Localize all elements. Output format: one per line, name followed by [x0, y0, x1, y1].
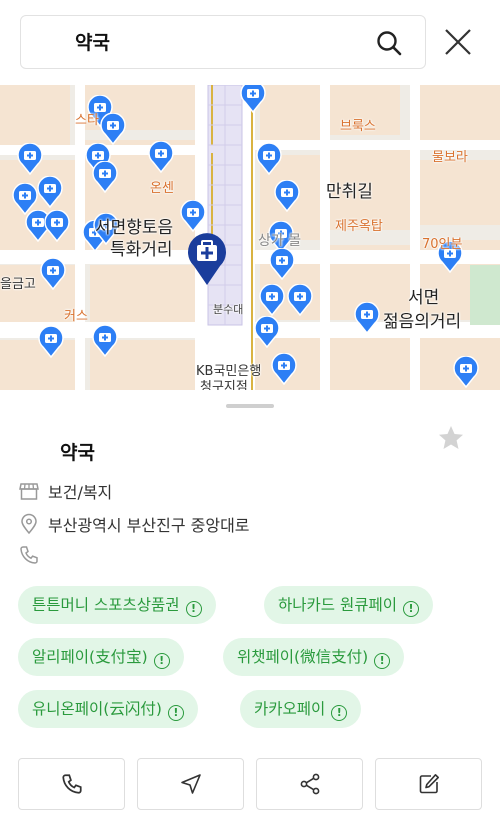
pharmacy-pin-icon[interactable]: [17, 143, 43, 175]
location-pin-icon: [21, 513, 37, 535]
action-bar: [18, 758, 482, 810]
info-alert-icon: !: [331, 705, 348, 721]
pharmacy-pin-icon[interactable]: [40, 258, 66, 290]
pharmacy-pin-icon[interactable]: [271, 353, 297, 385]
place-name: 약국: [60, 442, 95, 464]
edit-icon: [419, 774, 439, 794]
payment-chip[interactable]: 하나카드 원큐페이!: [264, 586, 434, 624]
category-row: 보건/복지: [18, 479, 112, 503]
map-label-cuz: 커스: [64, 309, 88, 324]
info-alert-icon: !: [403, 601, 420, 617]
pharmacy-pin-icon[interactable]: [38, 326, 64, 358]
place-category: 보건/복지: [48, 483, 113, 502]
map-label-jeju: 제주옥탑: [335, 219, 383, 234]
pharmacy-pin-icon[interactable]: [37, 176, 63, 208]
search-input[interactable]: 약국: [20, 15, 426, 69]
pharmacy-pin-icon[interactable]: [287, 284, 313, 316]
pharmacy-pin-icon[interactable]: [274, 180, 300, 212]
pharmacy-pin-icon[interactable]: [148, 141, 174, 173]
payment-chip[interactable]: 유니온페이(云闪付)!: [18, 690, 198, 728]
pharmacy-pin-icon[interactable]: [254, 316, 280, 348]
pharmacy-pin-icon[interactable]: [92, 325, 118, 357]
map-label-teukhwa: 특화거리: [110, 240, 173, 260]
map-label-manchwigil: 만취길: [326, 182, 373, 202]
phone-icon: [20, 546, 38, 564]
share-button[interactable]: [256, 758, 363, 810]
map-label-seomyeon: 서면: [408, 288, 440, 308]
pharmacy-pin-icon[interactable]: [259, 284, 285, 316]
map-label-bunsudae: 분수대: [213, 303, 244, 316]
share-icon: [300, 773, 319, 795]
map-label-mulbora: 물보라: [432, 150, 468, 165]
selected-pharmacy-marker[interactable]: [186, 230, 228, 286]
info-alert-icon: !: [185, 601, 202, 617]
payment-chip-label: 위챗페이(微信支付): [237, 648, 369, 666]
map-label-kb-branch: 청구지점: [200, 380, 248, 390]
call-button[interactable]: [18, 758, 125, 810]
payment-chip-label: 카카오페이: [254, 700, 326, 718]
pharmacy-pin-icon[interactable]: [100, 113, 126, 145]
search-icon[interactable]: [375, 29, 403, 57]
payment-chip-label: 알리페이(支付宝): [32, 648, 148, 666]
close-icon[interactable]: [438, 22, 478, 62]
pharmacy-pin-icon[interactable]: [354, 302, 380, 334]
map-label-jeolmeum: 젊음의거리: [383, 312, 462, 332]
map-label-brooks: 브룩스: [340, 119, 376, 134]
payment-chip[interactable]: 알리페이(支付宝)!: [18, 638, 184, 676]
map-label-star: 스타: [75, 113, 99, 128]
store-icon: [19, 483, 39, 500]
address-row: 부산광역시 부산진구 중앙대로: [18, 512, 250, 536]
map-label-eulgo: 을금고: [0, 277, 36, 292]
payment-chip-label: 하나카드 원큐페이: [278, 596, 398, 614]
favorite-star-icon[interactable]: [437, 424, 465, 452]
map-label-sangga: 상가 몰: [258, 233, 302, 249]
directions-button[interactable]: [137, 758, 244, 810]
pharmacy-pin-icon[interactable]: [269, 248, 295, 280]
payment-chip[interactable]: 위챗페이(微信支付)!: [223, 638, 405, 676]
map-label-onsen: 온센: [150, 181, 174, 196]
map-label-70: 70인분: [422, 237, 463, 252]
phone-icon: [61, 774, 82, 794]
payment-chip[interactable]: 튼튼머니 스포츠상품권!: [18, 586, 216, 624]
search-header: 약국: [0, 0, 500, 85]
place-address[interactable]: 부산광역시 부산진구 중앙대로: [48, 512, 250, 536]
pharmacy-pin-icon[interactable]: [180, 200, 206, 232]
sheet-drag-handle[interactable]: [226, 404, 274, 408]
info-alert-icon: !: [153, 653, 170, 669]
info-alert-icon: !: [374, 653, 391, 669]
phone-row: [18, 543, 48, 567]
search-query[interactable]: 약국: [75, 16, 110, 70]
pharmacy-pin-icon[interactable]: [44, 210, 70, 242]
pharmacy-pin-icon[interactable]: [240, 85, 266, 113]
payment-chip-label: 튼튼머니 스포츠상품권: [32, 596, 180, 614]
pharmacy-pin-icon[interactable]: [453, 356, 479, 388]
payment-chip[interactable]: 카카오페이!: [240, 690, 362, 728]
navigate-icon: [180, 774, 201, 794]
pharmacy-pin-icon[interactable]: [92, 161, 118, 193]
place-detail-sheet: 약국 보건/복지 부산광역시 부산진구 중앙대로 튼튼머니 스포츠상품권! 하나: [0, 390, 500, 830]
info-alert-icon: !: [167, 705, 184, 721]
payment-chip-label: 유니온페이(云闪付): [32, 700, 162, 718]
pharmacy-pin-icon[interactable]: [256, 143, 282, 175]
edit-button[interactable]: [375, 758, 482, 810]
map-view[interactable]: 서면향토음 특화거리 만취길 서면 젊음의거리 분수대 KB국민은행 청구지점 …: [0, 85, 500, 390]
